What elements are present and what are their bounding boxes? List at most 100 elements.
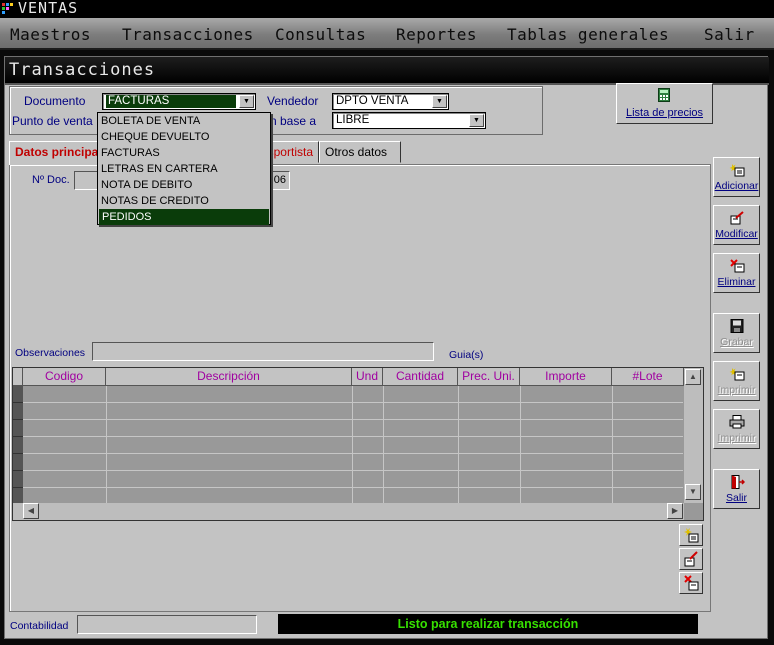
grid-col-lote[interactable]: #Lote [612, 368, 684, 386]
guias-label: Guia(s) [449, 349, 484, 361]
vertical-scrollbar[interactable]: ▲ ▼ [684, 368, 703, 503]
grid-delete-button[interactable] [679, 572, 703, 594]
scroll-up-icon[interactable]: ▲ [685, 369, 701, 385]
chevron-down-icon[interactable]: ▼ [239, 95, 254, 108]
table-row[interactable] [23, 471, 683, 488]
table-row[interactable] [23, 420, 683, 437]
app-logo-icon [2, 3, 16, 15]
add-icon [729, 367, 745, 381]
grid-divider [352, 386, 353, 503]
grid-col-cantidad[interactable]: Cantidad [383, 368, 458, 386]
documento-label: Documento [24, 94, 86, 108]
printer-icon [729, 415, 745, 429]
en-base-value: LIBRE [336, 114, 370, 126]
lista-precios-button[interactable]: Lista de precios [616, 83, 713, 124]
grid-col-descripcion[interactable]: Descripción [106, 368, 352, 386]
horizontal-scrollbar[interactable]: ◀ ▶ [13, 503, 684, 520]
modificar-button[interactable]: Modificar [713, 205, 760, 245]
dropdown-option-highlighted[interactable]: PEDIDOS [99, 209, 269, 225]
app-title-bar: VENTAS [0, 0, 774, 18]
menu-tablas-generales[interactable]: Tablas generales [507, 25, 669, 44]
grid-edit-button[interactable] [679, 548, 703, 570]
edit-icon [729, 211, 745, 225]
window-title-bar: Transacciones [5, 57, 769, 85]
observaciones-field[interactable] [92, 342, 434, 361]
row-selector[interactable] [13, 437, 23, 454]
dropdown-option[interactable]: FACTURAS [98, 145, 270, 161]
calculator-icon [658, 88, 670, 102]
row-selector[interactable] [13, 420, 23, 437]
add-icon [729, 163, 745, 177]
dropdown-option[interactable]: BOLETA DE VENTA [98, 113, 270, 129]
salir-button[interactable]: Salir [713, 469, 760, 509]
tab-otros-datos[interactable]: Otros datos [319, 141, 401, 163]
salir-label: Salir [725, 492, 747, 504]
transacciones-window: Transacciones Documento Punto de venta F… [4, 56, 769, 639]
nro-doc-value: 06 [273, 174, 286, 186]
grid-col-importe[interactable]: Importe [520, 368, 612, 386]
save-icon [729, 319, 745, 333]
documento-dropdown-list[interactable]: BOLETA DE VENTA CHEQUE DEVUELTO FACTURAS… [97, 112, 271, 225]
documento-value: FACTURAS [106, 95, 236, 108]
grid-col-und[interactable]: Und [352, 368, 383, 386]
window-title: Transacciones [9, 60, 156, 80]
eliminar-label: Eliminar [717, 276, 756, 288]
modificar-label: Modificar [715, 228, 758, 240]
grid-col-codigo[interactable]: Codigo [23, 368, 106, 386]
scroll-right-icon[interactable]: ▶ [667, 503, 683, 519]
documento-select[interactable]: FACTURAS ▼ [102, 93, 256, 110]
row-selector[interactable] [13, 403, 23, 420]
table-row[interactable] [23, 437, 683, 454]
grabar-button[interactable]: Grabar [713, 313, 760, 353]
en-base-select[interactable]: LIBRE ▼ [332, 112, 486, 129]
adicionar-button[interactable]: Adicionar [713, 157, 760, 197]
menu-bar: Maestros Transacciones Consultas Reporte… [0, 18, 774, 50]
dropdown-option[interactable]: CHEQUE DEVUELTO [98, 129, 270, 145]
grid-divider [520, 386, 521, 503]
scroll-left-icon[interactable]: ◀ [23, 503, 39, 519]
tab-otros-datos-label: Otros datos [325, 145, 388, 159]
grabar-label: Grabar [720, 336, 753, 348]
eliminar-button[interactable]: Eliminar [713, 253, 760, 293]
chevron-down-icon[interactable]: ▼ [432, 95, 447, 108]
grid-add-button[interactable] [679, 524, 703, 546]
grid-col-prec-uni[interactable]: Prec. Uni. [458, 368, 520, 386]
grid-corner [13, 368, 23, 386]
row-selector[interactable] [13, 471, 23, 488]
delete-icon [729, 259, 745, 273]
imprimir-button[interactable]: Imprimir [713, 409, 760, 449]
menu-maestros[interactable]: Maestros [10, 25, 91, 44]
chevron-down-icon[interactable]: ▼ [469, 114, 484, 127]
punto-venta-label: Punto de venta [12, 114, 93, 128]
dropdown-option[interactable]: NOTAS DE CREDITO [98, 193, 270, 209]
row-selector[interactable] [13, 386, 23, 403]
adicionar-label: Adicionar [714, 180, 759, 192]
insertar-button[interactable]: Imprimir [713, 361, 760, 401]
lista-precios-label: Lista de precios [625, 107, 704, 119]
add-icon [684, 528, 699, 543]
grid-divider [612, 386, 613, 503]
grid-divider [106, 386, 107, 503]
table-row[interactable] [23, 454, 683, 471]
nro-doc-label: Nº Doc. [32, 174, 70, 186]
table-row[interactable] [23, 403, 683, 420]
dropdown-option[interactable]: NOTA DE DEBITO [98, 177, 270, 193]
vendedor-select[interactable]: DPTO VENTA ▼ [332, 93, 449, 110]
table-row[interactable] [23, 386, 683, 403]
exit-door-icon [729, 475, 745, 489]
menu-reportes[interactable]: Reportes [396, 25, 477, 44]
menu-salir[interactable]: Salir [704, 25, 755, 44]
document-header-group: Documento Punto de venta FACTURAS ▼ Vend… [9, 86, 543, 135]
dropdown-option[interactable]: LETRAS EN CARTERA [98, 161, 270, 177]
delete-icon [684, 575, 699, 591]
menu-transacciones[interactable]: Transacciones [122, 25, 254, 44]
menu-consultas[interactable]: Consultas [275, 25, 366, 44]
row-selector[interactable] [13, 454, 23, 471]
items-grid[interactable]: Codigo Descripción Und Cantidad Prec. Un… [12, 367, 704, 521]
edit-icon [684, 551, 698, 567]
grid-divider [383, 386, 384, 503]
status-message: Listo para realizar transacción [278, 614, 698, 634]
app-title: VENTAS [18, 0, 79, 17]
status-label: Contabilidad [10, 620, 69, 632]
scroll-down-icon[interactable]: ▼ [685, 484, 701, 500]
